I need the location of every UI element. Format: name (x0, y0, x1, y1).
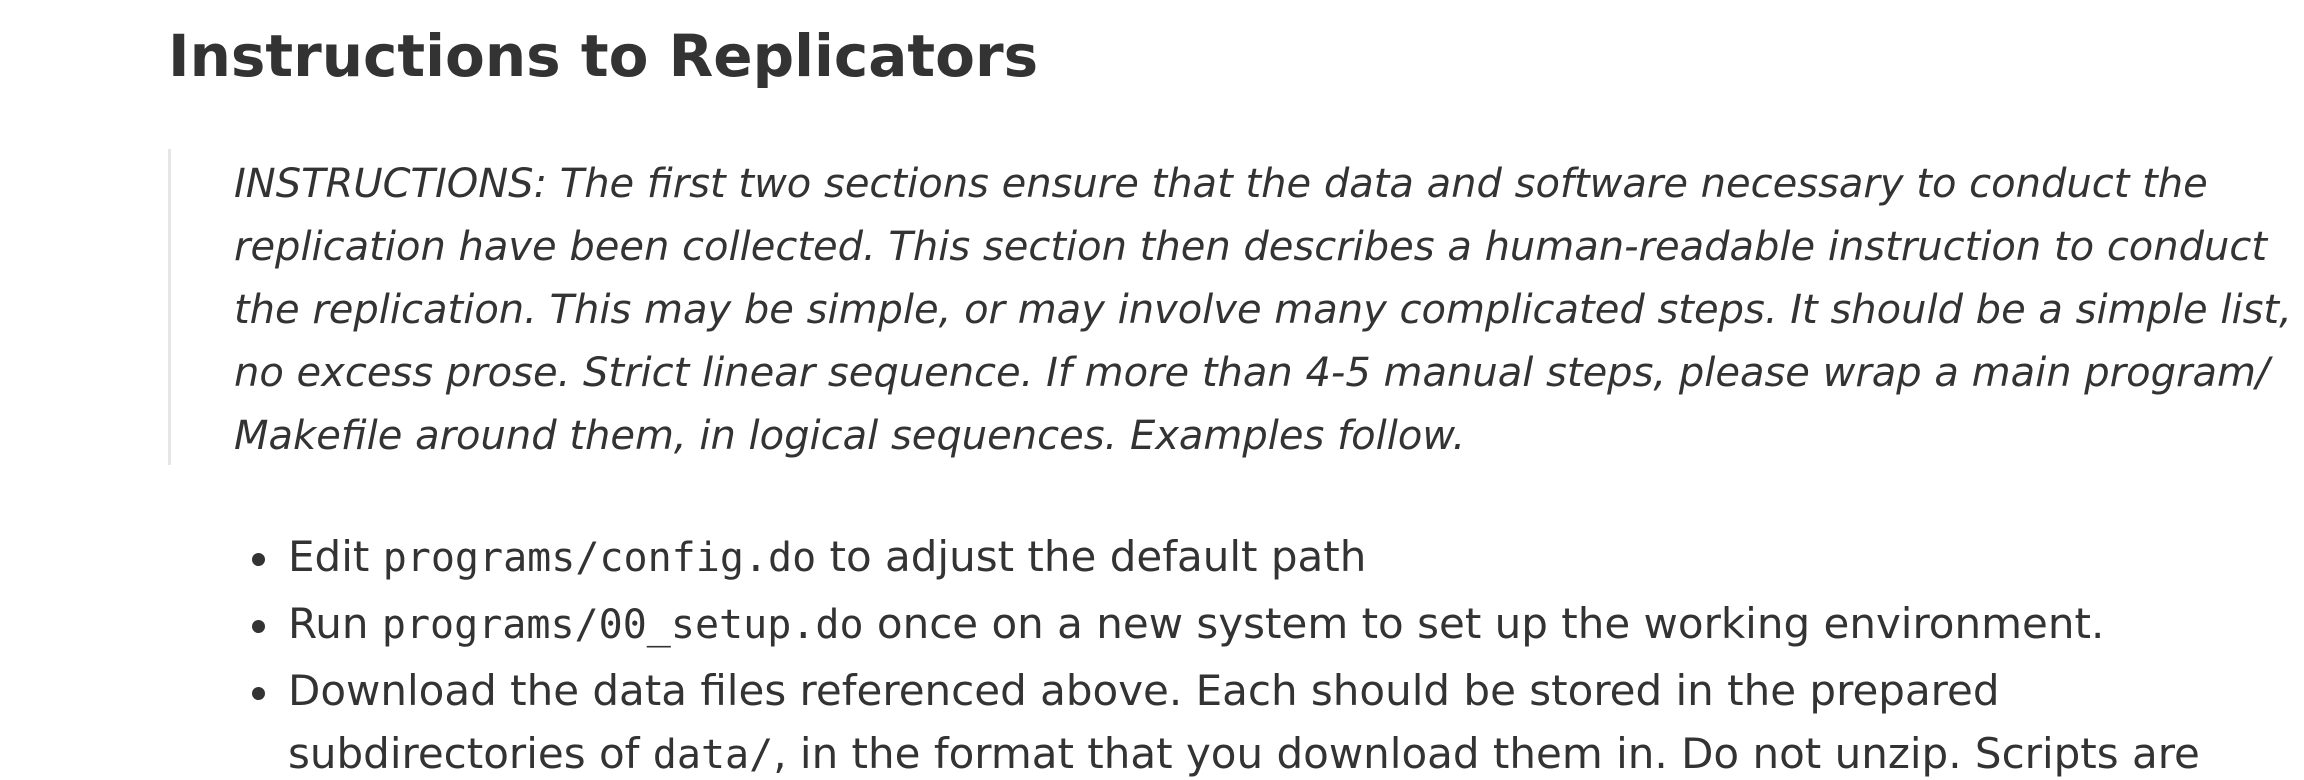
step-1-prefix: Edit (288, 532, 383, 581)
bullet-icon (252, 687, 265, 700)
step-1-suffix: to adjust the default path (816, 532, 1367, 581)
instructions-blockquote: INSTRUCTIONS: The first two sections ens… (168, 149, 2292, 465)
instructions-line-4: no excess prose. Strict linear sequence.… (234, 350, 2270, 396)
step-2-code: programs/00_setup.do (381, 602, 864, 648)
step-2-text: Run programs/00_setup.do once on a new s… (288, 592, 2104, 657)
instructions-line-5: Makefile around them, in logical sequenc… (234, 413, 1466, 459)
page-title: Instructions to Replicators (168, 22, 1039, 90)
bullet-icon (252, 620, 265, 633)
step-3-line-1: Download the data files referenced above… (288, 666, 2000, 715)
step-2-suffix: once on a new system to set up the worki… (863, 599, 2105, 648)
step-3-code: data/ (652, 732, 774, 778)
step-1-code: programs/config.do (382, 535, 817, 581)
instructions-line-1: INSTRUCTIONS: The first two sections ens… (234, 161, 2208, 207)
step-2-prefix: Run (288, 599, 382, 648)
instructions-line-3: the replication. This may be simple, or … (234, 287, 2292, 333)
instructions-line-2: replication have been collected. This se… (234, 224, 2268, 270)
step-1-text: Edit programs/config.do to adjust the de… (288, 525, 1366, 590)
step-3-line-2: subdirectories of data/, in the format t… (288, 722, 2200, 780)
step-3-prefix: subdirectories of (288, 729, 653, 778)
bullet-icon (252, 553, 265, 566)
step-3-suffix: , in the format that you download them i… (773, 729, 2200, 778)
